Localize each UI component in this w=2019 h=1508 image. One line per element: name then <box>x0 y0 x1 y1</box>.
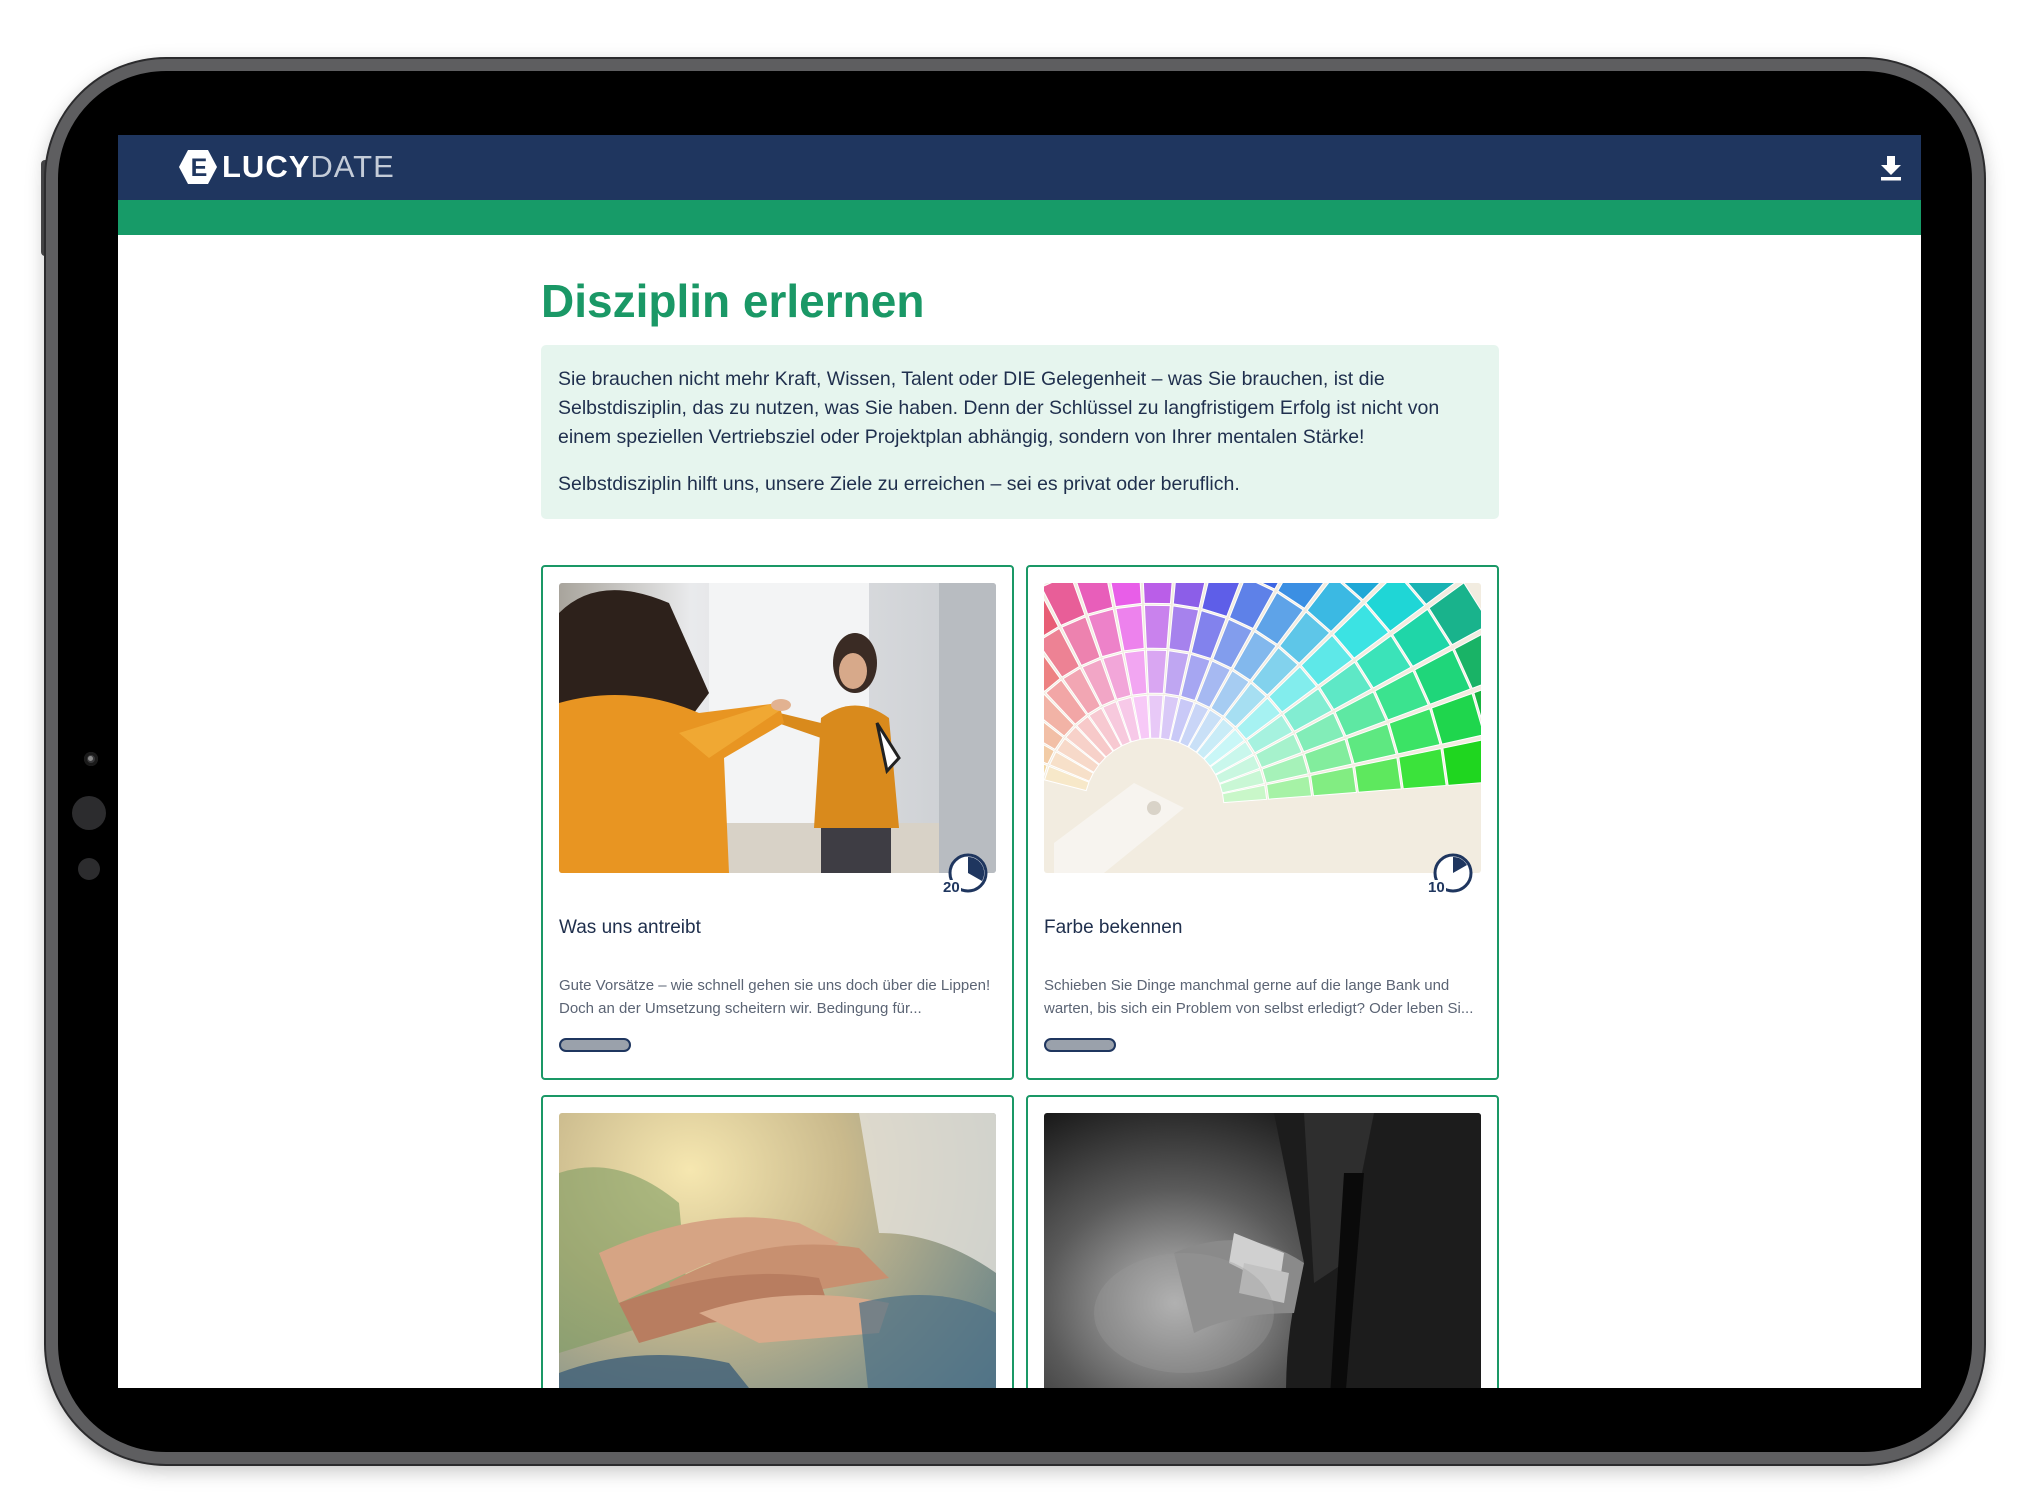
card-image-martial-artist <box>1044 1113 1481 1388</box>
progress-pill-button[interactable] <box>559 1038 631 1052</box>
color-swatch <box>1143 604 1171 650</box>
duration-minutes: 10 <box>1427 879 1446 896</box>
page-title: Disziplin erlernen <box>541 275 925 327</box>
main-content: Disziplin erlernen Sie brauchen nicht me… <box>541 275 1499 519</box>
header-bar: E LUCYDATE <box>118 135 1921 200</box>
card-description: Gute Vorsätze – wie schnell gehen sie un… <box>559 977 991 1017</box>
sensor-dot-small <box>78 858 100 880</box>
app-screen: E LUCYDATE Disziplin erlernen Sie brauch… <box>118 135 1921 1388</box>
logo-lucy: LUCY <box>222 149 311 184</box>
card-title[interactable]: Was uns antreibt <box>559 917 701 939</box>
download-icon[interactable] <box>1879 155 1903 181</box>
card-image-stacked-hands <box>559 1113 996 1388</box>
progress-pill-button[interactable] <box>1044 1038 1116 1052</box>
logo-date: DATE <box>310 149 395 184</box>
card-image-color-fan <box>1044 583 1481 873</box>
logo-letter: E <box>191 154 208 182</box>
color-swatch <box>1146 649 1168 694</box>
module-card-martial-arts[interactable] <box>1026 1095 1499 1388</box>
sensor-dot-large <box>72 796 106 830</box>
module-card-was-uns-antreibt[interactable]: 20 Was uns antreibt Gute Vorsätze – wie … <box>541 565 1014 1080</box>
intro-paragraph-1: Sie brauchen nicht mehr Kraft, Wissen, T… <box>558 368 1440 448</box>
duration-badge: 20 <box>942 851 990 896</box>
module-card-farbe-bekennen[interactable]: 10 Farbe bekennen Schieben Sie Dinge man… <box>1026 565 1499 1080</box>
intro-paragraph-2: Selbstdisziplin hilft uns, unsere Ziele … <box>558 473 1240 495</box>
logo-hexagon-icon: E <box>179 150 217 184</box>
lucydate-logo[interactable]: E LUCYDATE <box>178 149 395 185</box>
card-description: Schieben Sie Dinge manchmal gerne auf di… <box>1044 977 1474 1017</box>
module-grid: 20 Was uns antreibt Gute Vorsätze – wie … <box>541 565 1499 1388</box>
color-swatch <box>1142 583 1173 605</box>
card-image-woman-mirror <box>559 583 996 873</box>
camera-lens <box>84 752 98 766</box>
intro-box: Sie brauchen nicht mehr Kraft, Wissen, T… <box>541 345 1499 519</box>
duration-minutes: 20 <box>942 879 961 896</box>
card-title[interactable]: Farbe bekennen <box>1044 917 1182 939</box>
duration-badge: 10 <box>1427 851 1475 896</box>
accent-bar <box>118 200 1921 235</box>
module-card-teamwork[interactable] <box>541 1095 1014 1388</box>
logo-wordmark: LUCYDATE <box>222 149 395 185</box>
